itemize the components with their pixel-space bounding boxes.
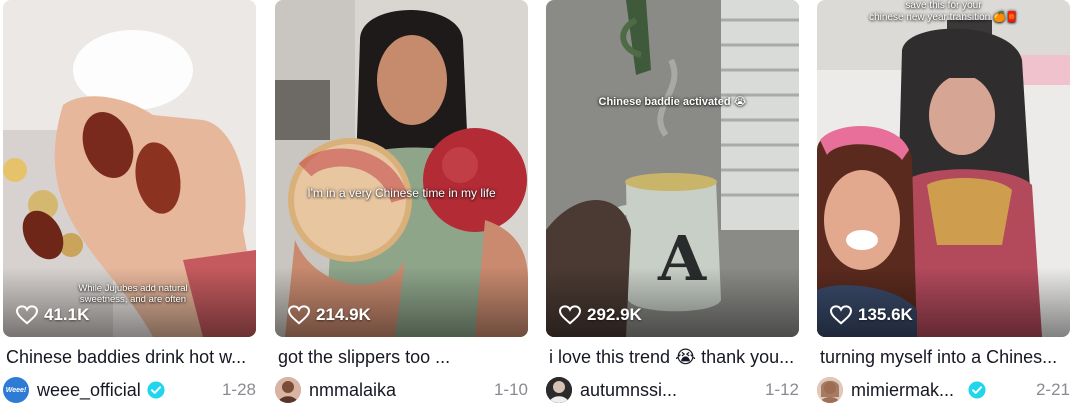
like-count: 214.9K xyxy=(288,305,371,325)
caption-line: chinese new year transition 🍊🧧 xyxy=(869,11,1018,23)
video-thumbnail[interactable]: I'm in a very Chinese time in my life 21… xyxy=(275,0,528,337)
avatar[interactable] xyxy=(275,377,301,403)
like-count: 41.1K xyxy=(16,305,89,325)
like-count-value: 292.9K xyxy=(587,305,642,324)
video-title[interactable]: i love this trend 😭 thank you... xyxy=(549,347,799,368)
video-author-row: nmmalaika 1-10 xyxy=(275,376,528,404)
video-caption-overlay: save this for your chinese new year tran… xyxy=(837,0,1050,23)
thumbnail-gradient xyxy=(817,267,1070,337)
avatar[interactable] xyxy=(817,377,843,403)
avatar-image xyxy=(817,377,843,403)
like-count-value: 41.1K xyxy=(44,305,90,324)
post-date: 2-21 xyxy=(1035,380,1070,399)
video-card[interactable]: I'm in a very Chinese time in my life 21… xyxy=(275,0,530,420)
post-date: 1-10 xyxy=(493,380,528,399)
caption-line: save this for your xyxy=(905,0,982,11)
like-count: 135.6K xyxy=(830,305,913,325)
thumbnail-gradient xyxy=(546,267,799,337)
like-count-value: 135.6K xyxy=(858,305,913,324)
video-author-row: autumnssi... 1-12 xyxy=(546,376,799,404)
username[interactable]: mimiermak... xyxy=(851,380,954,401)
heart-icon xyxy=(830,305,852,325)
avatar[interactable] xyxy=(546,377,572,403)
verified-badge-icon xyxy=(147,381,165,399)
video-caption-overlay: While Jujubes add natural sweetness, and… xyxy=(78,283,188,305)
like-count: 292.9K xyxy=(559,305,642,325)
verified-badge-icon xyxy=(968,381,986,399)
avatar-image xyxy=(275,377,301,403)
avatar-logo-text: Weee! xyxy=(5,386,27,394)
video-grid: While Jujubes add natural sweetness, and… xyxy=(0,0,1080,420)
video-author-row: Weee! weee_official 1-28 xyxy=(3,376,256,404)
heart-icon xyxy=(559,305,581,325)
like-count-value: 214.9K xyxy=(316,305,371,324)
video-title[interactable]: turning myself into a Chines... xyxy=(820,347,1070,368)
heart-icon xyxy=(16,305,38,325)
post-date: 1-28 xyxy=(221,380,256,399)
video-title[interactable]: got the slippers too ... xyxy=(278,347,528,368)
video-title[interactable]: Chinese baddies drink hot w... xyxy=(6,347,256,368)
video-caption-overlay: Chinese baddie activated 😭 xyxy=(598,96,747,108)
video-card[interactable]: While Jujubes add natural sweetness, and… xyxy=(3,0,258,420)
heart-icon xyxy=(288,305,310,325)
video-thumbnail[interactable]: A Chinese baddie activated 😭 292.9K xyxy=(546,0,799,337)
video-caption-overlay: I'm in a very Chinese time in my life xyxy=(307,186,496,200)
video-card[interactable]: A Chinese baddie activated 😭 292.9K i lo… xyxy=(546,0,801,420)
username[interactable]: autumnssi... xyxy=(580,380,677,401)
avatar-image xyxy=(546,377,572,403)
video-author-row: mimiermak... 2-21 xyxy=(817,376,1070,404)
video-thumbnail[interactable]: While Jujubes add natural sweetness, and… xyxy=(3,0,256,337)
username[interactable]: nmmalaika xyxy=(309,380,396,401)
video-thumbnail[interactable]: save this for your chinese new year tran… xyxy=(817,0,1070,337)
video-card[interactable]: save this for your chinese new year tran… xyxy=(817,0,1072,420)
post-date: 1-12 xyxy=(764,380,799,399)
username[interactable]: weee_official xyxy=(37,380,141,401)
avatar[interactable]: Weee! xyxy=(3,377,29,403)
thumbnail-gradient xyxy=(275,267,528,337)
